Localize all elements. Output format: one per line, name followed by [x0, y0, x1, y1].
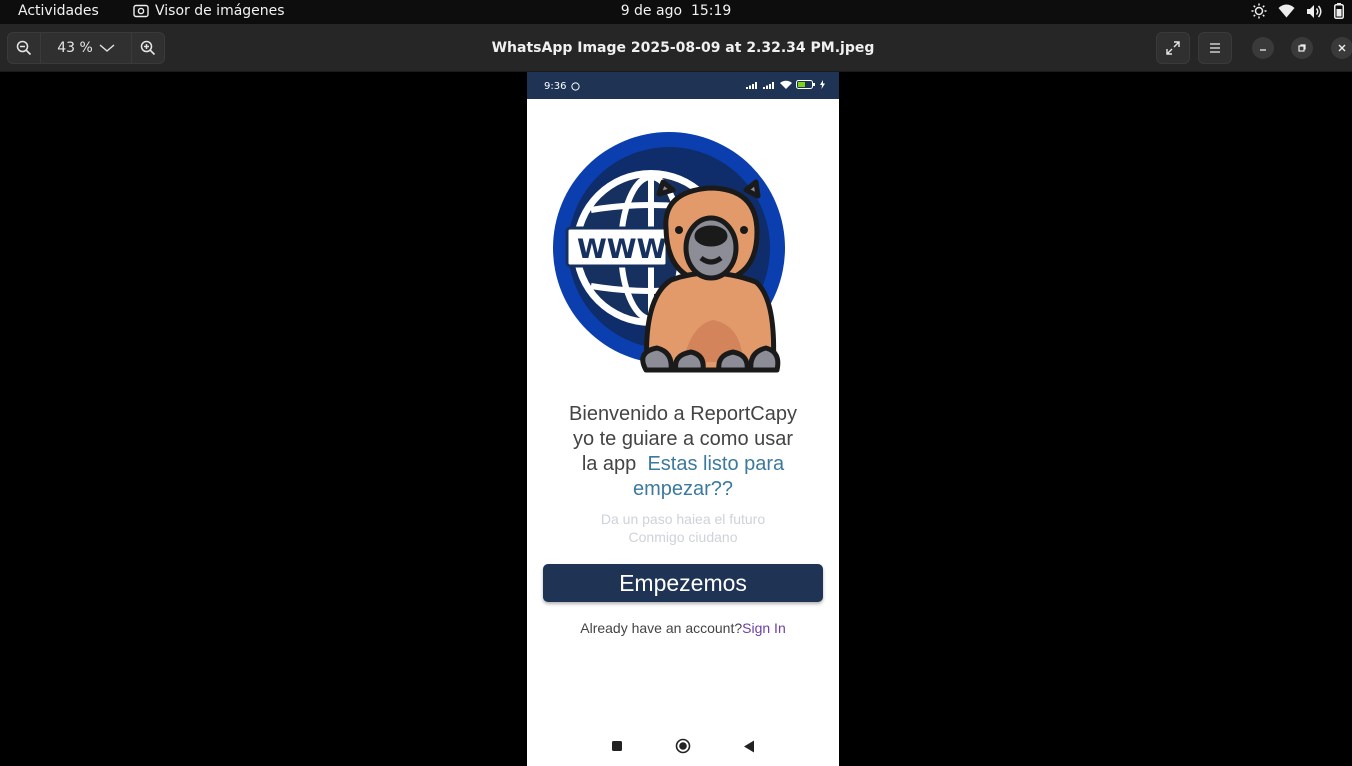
main-menu-button[interactable]: [1198, 32, 1232, 64]
back-icon: [744, 740, 754, 752]
close-icon: [1338, 44, 1346, 52]
close-button[interactable]: [1331, 37, 1352, 59]
signin-link: Sign In: [742, 620, 786, 636]
maximize-button[interactable]: [1291, 37, 1313, 59]
welcome-accent: Estas listo para empezar??: [632, 453, 785, 500]
viewer-header-bar: 43 % WhatsApp Image 2025-08-09 at 2.32.3…: [0, 24, 1352, 72]
system-tray[interactable]: [1251, 3, 1344, 19]
clock-date[interactable]: 9 de ago: [621, 3, 682, 19]
welcome-line-1: Bienvenido a ReportCapy: [569, 403, 797, 425]
welcome-message: Bienvenido a ReportCapy yo te guiare a c…: [543, 402, 823, 502]
start-button: Empezemos: [543, 564, 823, 602]
phone-battery-icon: [796, 80, 815, 89]
welcome-line-3: la app: [581, 453, 637, 475]
volume-icon: [1307, 4, 1322, 18]
minimize-button[interactable]: [1252, 37, 1274, 59]
signal-icon: [746, 81, 757, 89]
activities-button[interactable]: Actividades: [18, 3, 99, 19]
wifi-icon: [1278, 4, 1295, 18]
phone-status-bar: 9:36: [527, 72, 839, 99]
image-viewer-icon: [133, 4, 149, 18]
logo-www-text: WWW: [577, 234, 666, 265]
home-icon: [675, 738, 691, 754]
app-menu[interactable]: Visor de imágenes: [133, 3, 285, 19]
restore-icon: [1298, 44, 1306, 52]
whatsapp-icon: [571, 82, 580, 91]
recents-icon: [612, 741, 622, 751]
phone-wifi-icon: [780, 80, 792, 89]
fullscreen-icon: [1166, 41, 1180, 55]
night-light-icon: [1251, 3, 1267, 19]
signin-row: Already have an account?Sign In: [527, 620, 839, 636]
minimize-icon: [1260, 49, 1266, 51]
app-menu-label: Visor de imágenes: [155, 3, 285, 19]
phone-status-time: 9:36: [544, 81, 567, 92]
window-title: WhatsApp Image 2025-08-09 at 2.32.34 PM.…: [491, 40, 875, 56]
fullscreen-button[interactable]: [1156, 32, 1190, 64]
subtext-line-2: Conmigo ciudano: [628, 529, 738, 545]
battery-icon: [1334, 3, 1344, 19]
hamburger-menu-icon: [1210, 43, 1220, 53]
signal-icon-2: [763, 81, 774, 89]
account-prompt: Already have an account?: [580, 620, 743, 636]
welcome-subtext: Da un paso haiea el futuro Conmigo ciuda…: [543, 510, 823, 546]
system-top-bar: Actividades Visor de imágenes 9 de ago 1…: [0, 0, 1352, 24]
reportcapy-logo: WWW: [553, 132, 785, 373]
subtext-line-1: Da un paso haiea el futuro: [600, 511, 766, 527]
displayed-image: 9:36 WWW Bienvenido a ReportCapy yo te g…: [527, 72, 839, 766]
welcome-line-2: yo te guiare a como usar: [572, 428, 794, 450]
charging-icon: [820, 80, 825, 89]
phone-nav-bar: [527, 726, 839, 766]
clock-time[interactable]: 15:19: [691, 3, 731, 19]
